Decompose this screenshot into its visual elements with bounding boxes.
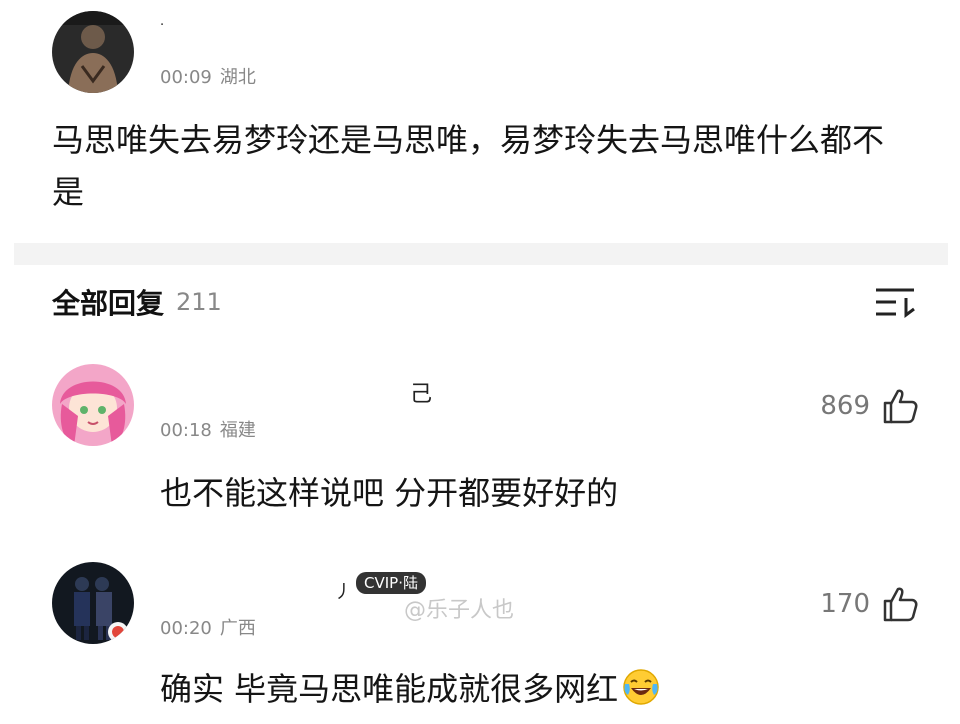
like-count: 869 [820,391,870,421]
replies-count: 211 [176,288,222,316]
reply-location: 福建 [219,420,256,441]
post-time: 00:09 [160,67,212,88]
reply-content: 确实 毕竟马思唯能成就很多网红 [160,670,619,708]
reply-author-avatar[interactable] [52,364,134,446]
reply-item: 丿 CVIP·陆 @乐子人也 00:20 广西 170 确实 毕竟马思唯能成就很多… [0,558,960,724]
reply-time: 00:20 [160,618,212,639]
replies-header: 全部回复 211 [52,280,222,324]
post-content: 马思唯失去易梦玲还是马思唯，易梦玲失去马思唯什么都不是 [52,121,885,211]
post-author-name[interactable]: · [160,18,166,33]
replies-title: 全部回复 [52,287,165,320]
reply-time: 00:18 [160,420,212,441]
thumbs-up-icon [883,389,918,424]
reply-author-avatar[interactable] [52,562,134,644]
reply-meta: 00:20 广西 [160,614,256,640]
like-count: 170 [820,589,870,619]
vip-badge: CVIP·陆 [356,572,426,594]
post-meta: 00:09 湖北 [160,63,256,89]
original-post: · 00:09 湖北 马思唯失去易梦玲还是马思唯，易梦玲失去马思唯什么都不是 [0,0,960,240]
reply-location: 广西 [219,618,256,639]
reply-meta: 00:18 福建 [160,416,256,442]
section-divider [14,243,948,265]
reply-content: 也不能这样说吧 分开都要好好的 [160,474,619,512]
reply-content-row: 确实 毕竟马思唯能成就很多网红 [160,664,660,710]
like-button[interactable]: 170 [820,584,920,624]
like-button[interactable]: 869 [820,386,920,426]
watermark: @乐子人也 [404,598,515,623]
post-author-avatar[interactable] [52,11,134,93]
reply-author-name[interactable]: 己 [410,376,432,408]
reply-author-name[interactable]: 丿 [334,578,352,604]
reply-item: 己 00:18 福建 869 也不能这样说吧 分开都要好好的 [0,360,960,520]
post-location: 湖北 [219,67,256,88]
sort-list-icon[interactable] [872,282,918,322]
laughing-tears-emoji [623,669,659,705]
thumbs-up-icon [883,587,918,622]
comment-thread-page: · 00:09 湖北 马思唯失去易梦玲还是马思唯，易梦玲失去马思唯什么都不是 全部… [0,0,960,724]
